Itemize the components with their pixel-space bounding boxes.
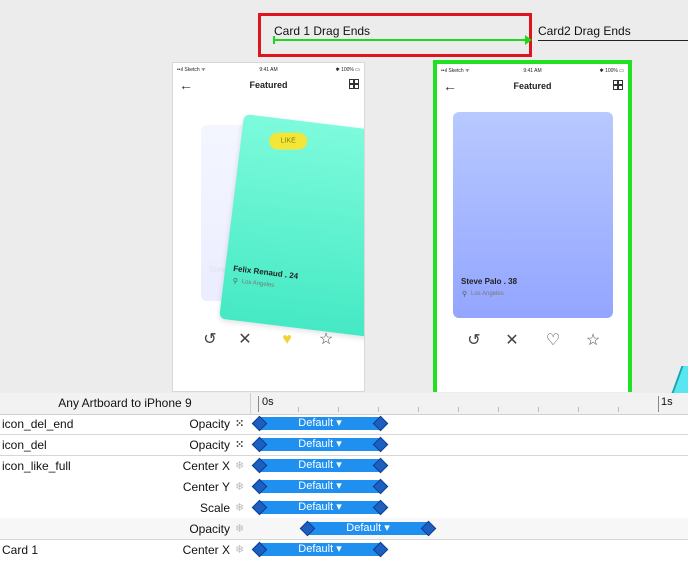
- timeline-row[interactable]: Opacity ❄ Default ▾: [0, 518, 688, 539]
- ruler-tick: [458, 407, 459, 412]
- location-pin-icon: ⚲: [462, 291, 468, 298]
- ruler-tick: [258, 396, 259, 412]
- animation-bar[interactable]: Default ▾: [259, 459, 381, 472]
- property-name: Opacity: [189, 438, 230, 452]
- animation-bar[interactable]: Default ▾: [259, 501, 381, 514]
- heart-icon[interactable]: ♡: [542, 330, 564, 352]
- timeline-row[interactable]: Scale ❄ Default ▾: [0, 497, 688, 518]
- time-ruler[interactable]: 0s 1s: [258, 393, 688, 414]
- card2-drag-label: Card2 Drag Ends: [538, 24, 631, 38]
- snowflake-icon: ❄: [235, 523, 245, 535]
- page-title: Featured: [513, 81, 552, 91]
- opacity-icon: ⁙: [235, 418, 245, 430]
- layer-name: icon_del: [2, 438, 47, 452]
- ruler-tick: [298, 407, 299, 412]
- opacity-icon: ⁙: [235, 439, 245, 451]
- property-name: Center X: [182, 459, 230, 473]
- ruler-end-label: 1s: [661, 396, 673, 408]
- ruler-start-label: 0s: [262, 396, 274, 408]
- timeline-header: Any Artboard to iPhone 9 0s 1s: [0, 393, 688, 415]
- undo-icon[interactable]: ↺: [199, 329, 221, 351]
- star-icon[interactable]: ☆: [315, 329, 337, 351]
- action-bar: ↺ ✕ ♡ ☆: [437, 330, 628, 352]
- ruler-tick: [578, 407, 579, 412]
- ruler-tick: [658, 396, 659, 412]
- close-icon[interactable]: ✕: [501, 330, 523, 352]
- animation-bar[interactable]: Default ▾: [259, 480, 381, 493]
- card-location: Los Angeles: [471, 291, 504, 297]
- layer-name: Card 1: [2, 543, 39, 557]
- battery-label: ✱ 100% ▭: [599, 68, 624, 74]
- location-pin-icon: ⚲: [232, 277, 239, 286]
- transition-title: Any Artboard to iPhone 9: [58, 396, 192, 410]
- card-name: Steve Palo . 38: [461, 277, 518, 286]
- timeline-row[interactable]: Card 1 Center X ❄ Default ▾: [0, 539, 688, 560]
- property-name: Opacity: [189, 522, 230, 536]
- grid-icon[interactable]: [349, 79, 359, 89]
- animation-bar[interactable]: Default ▾: [307, 522, 429, 535]
- undo-icon[interactable]: ↺: [463, 330, 485, 352]
- snowflake-icon: ❄: [235, 502, 245, 514]
- layer-name: icon_del_end: [2, 417, 74, 431]
- timeline-row[interactable]: icon_like_full Center X ❄ Default ▾: [0, 455, 688, 476]
- card-felix[interactable]: LIKE Felix Renaud . 24 ⚲ Los Angeles: [219, 114, 364, 338]
- close-icon[interactable]: ✕: [234, 329, 256, 351]
- ruler-tick: [538, 407, 539, 412]
- battery-label: ✱ 100% ▭: [335, 67, 360, 73]
- snowflake-icon: ❄: [235, 460, 245, 472]
- snowflake-icon: ❄: [235, 544, 245, 556]
- property-name: Center Y: [182, 480, 230, 494]
- divider: [250, 393, 251, 414]
- timeline-row[interactable]: icon_del_end Opacity ⁙ Default ▾: [0, 413, 688, 434]
- card1-drag-label: Card 1 Drag Ends: [274, 24, 371, 38]
- ruler-tick: [418, 407, 419, 412]
- card-location: Los Angeles: [241, 278, 275, 289]
- layer-name: icon_like_full: [2, 459, 71, 473]
- property-name: Opacity: [189, 417, 230, 431]
- black-arrow-line: [538, 40, 688, 41]
- animation-bar[interactable]: Default ▾: [259, 438, 381, 451]
- timeline-row[interactable]: icon_del Opacity ⁙ Default ▾: [0, 434, 688, 455]
- status-bar: ••ıl Sketch ᯤ 9:41 AM ✱ 100% ▭: [437, 66, 628, 76]
- timeline-panel: Any Artboard to iPhone 9 0s 1s icon_del_…: [0, 393, 688, 563]
- action-bar: ↺ ✕ ♥ ☆: [173, 329, 364, 351]
- artboard-card1[interactable]: ••ıl Sketch ᯤ 9:41 AM ✱ 100% ▭ ← Feature…: [172, 62, 365, 392]
- partial-artboard-shape: [670, 366, 688, 396]
- card-steve[interactable]: Steve Palo . 38 ⚲ Los Angeles: [453, 112, 613, 318]
- like-badge: LIKE: [269, 132, 308, 150]
- star-icon[interactable]: ☆: [582, 330, 604, 352]
- animation-bar[interactable]: Default ▾: [259, 543, 381, 556]
- heart-icon[interactable]: ♥: [276, 329, 298, 351]
- grid-icon[interactable]: [613, 80, 623, 90]
- property-name: Scale: [199, 501, 230, 515]
- property-name: Center X: [182, 543, 230, 557]
- green-arrow: [273, 35, 532, 45]
- animation-bar[interactable]: Default ▾: [259, 417, 381, 430]
- ruler-tick: [378, 407, 379, 412]
- status-bar: ••ıl Sketch ᯤ 9:41 AM ✱ 100% ▭: [173, 65, 364, 75]
- ruler-tick: [338, 407, 339, 412]
- artboard-card2[interactable]: ••ıl Sketch ᯤ 9:41 AM ✱ 100% ▭ ← Feature…: [433, 60, 632, 392]
- timeline-row[interactable]: Center Y ❄ Default ▾: [0, 476, 688, 497]
- ruler-tick: [498, 407, 499, 412]
- snowflake-icon: ❄: [235, 481, 245, 493]
- ruler-tick: [618, 407, 619, 412]
- page-title: Featured: [249, 80, 288, 90]
